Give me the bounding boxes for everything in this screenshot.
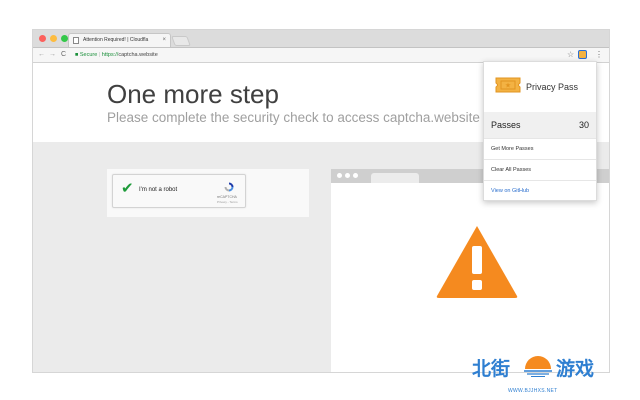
tab-active[interactable]: Attention Required! | Cloudfla × — [68, 33, 171, 47]
page-title: One more step — [107, 79, 279, 109]
watermark-url: WWW.BJJHXS.NET — [508, 388, 558, 394]
close-window-button[interactable] — [39, 35, 46, 42]
back-icon[interactable]: ← — [38, 49, 45, 61]
tab-close-icon[interactable]: × — [162, 34, 166, 47]
more-menu-icon[interactable]: ⋮ — [595, 48, 603, 61]
forward-icon[interactable]: → — [49, 49, 56, 61]
minimize-window-button[interactable] — [50, 35, 57, 42]
recaptcha-logo-icon — [224, 182, 234, 192]
maximize-window-button[interactable] — [61, 35, 68, 42]
star-icon[interactable]: ☆ — [567, 48, 574, 61]
captcha-panel: ✔ I'm not a robot reCAPTCHA Privacy - Te… — [107, 169, 309, 217]
passes-row: Passes 30 — [484, 112, 596, 138]
watermark-text-left: 北街 — [472, 358, 511, 380]
view-on-github-link[interactable]: View on GitHub — [484, 180, 596, 201]
url-host: captcha.website — [118, 52, 158, 58]
lock-icon: ■ — [75, 52, 79, 58]
privacy-pass-icon[interactable] — [578, 50, 587, 59]
popup-header: ★ Privacy Pass — [484, 62, 596, 112]
ticket-icon: ★ — [495, 77, 521, 93]
recaptcha-widget[interactable]: ✔ I'm not a robot reCAPTCHA Privacy - Te… — [112, 174, 246, 208]
svg-text:★: ★ — [505, 82, 511, 90]
reload-icon[interactable]: C — [61, 49, 66, 61]
secure-label: Secure — [79, 52, 98, 58]
watermark-text-right: 游戏 — [556, 358, 595, 380]
recaptcha-brand: reCAPTCHA — [217, 195, 237, 199]
watermark-sun-icon — [524, 356, 552, 377]
browser-window: Attention Required! | Cloudfla × ← → C ■… — [33, 30, 609, 372]
warning-icon — [436, 226, 518, 298]
passes-label: Passes — [491, 120, 521, 130]
clear-all-passes-link[interactable]: Clear All Passes — [484, 159, 596, 180]
recaptcha-links[interactable]: Privacy - Terms — [217, 200, 238, 204]
privacy-pass-popup: ★ Privacy Pass Passes 30 Get More Passes… — [483, 61, 597, 201]
url-scheme: https:// — [101, 52, 119, 58]
checkmark-icon[interactable]: ✔ — [121, 180, 134, 198]
popup-title: Privacy Pass — [526, 82, 579, 92]
page-icon — [73, 37, 79, 44]
captcha-label: I'm not a robot — [139, 187, 178, 193]
address-bar[interactable]: ■ Secure | https://captcha.website — [75, 50, 575, 60]
passes-count: 30 — [578, 120, 589, 130]
new-tab-button[interactable] — [171, 36, 191, 46]
tab-strip: Attention Required! | Cloudfla × — [33, 30, 609, 48]
tab-title: Attention Required! | Cloudfla — [83, 37, 149, 43]
watermark: 北街 游戏 WWW.BJJHXS.NET — [472, 350, 612, 398]
window-controls — [39, 35, 68, 42]
page-subtitle: Please complete the security check to ac… — [107, 110, 480, 125]
get-more-passes-link[interactable]: Get More Passes — [484, 138, 596, 159]
